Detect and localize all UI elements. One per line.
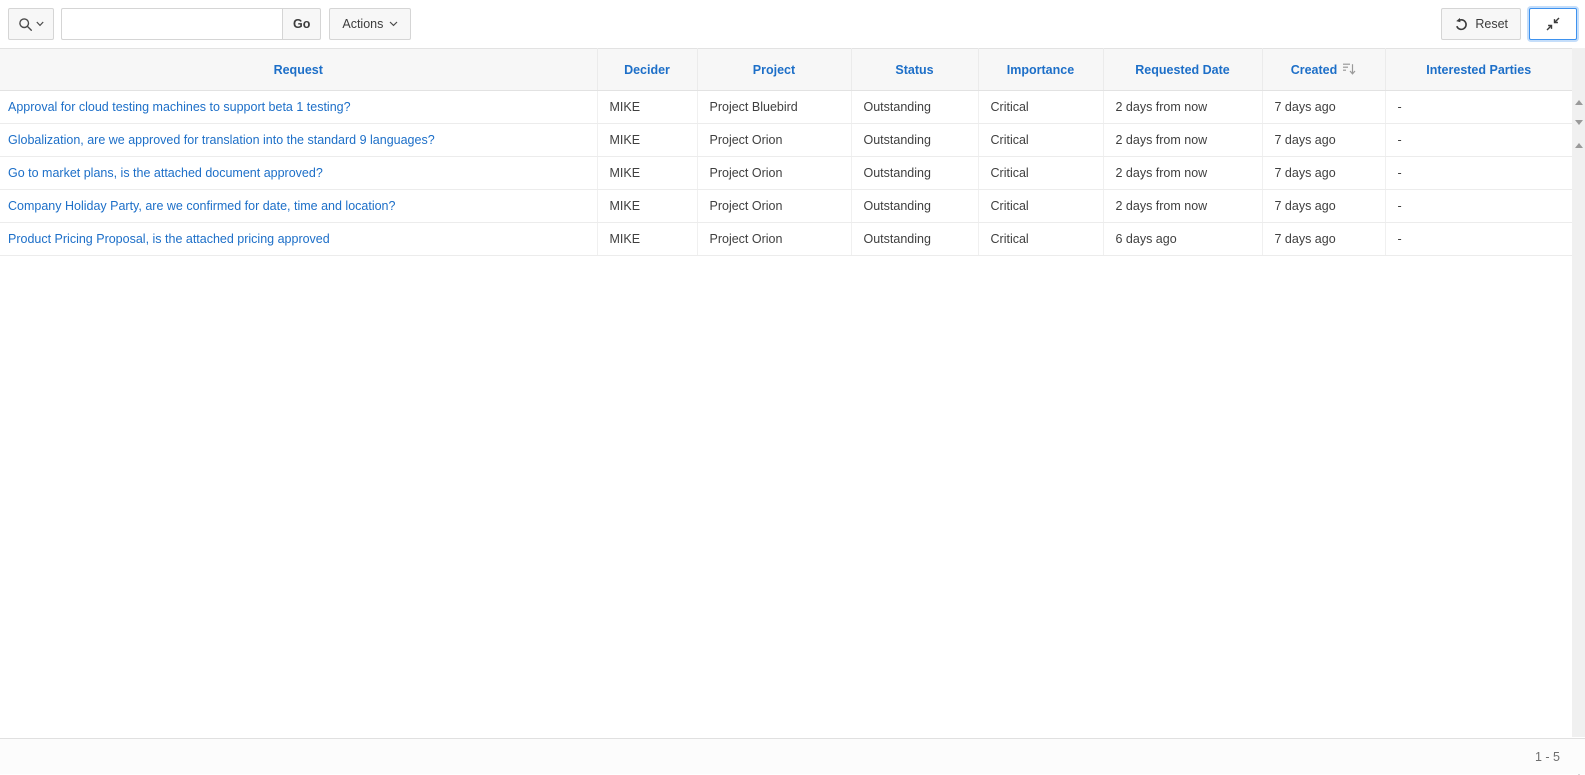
cell-importance: Critical <box>978 190 1103 223</box>
cell-created: 7 days ago <box>1262 223 1385 256</box>
cell-created: 7 days ago <box>1262 91 1385 124</box>
cell-decider: MIKE <box>597 223 697 256</box>
cell-importance: Critical <box>978 124 1103 157</box>
cell-importance: Critical <box>978 157 1103 190</box>
cell-request: Approval for cloud testing machines to s… <box>0 91 597 124</box>
actions-button-label: Actions <box>342 17 383 31</box>
table-row: Globalization, are we approved for trans… <box>0 124 1572 157</box>
collapse-arrows-icon <box>1545 16 1561 32</box>
cell-decider: MIKE <box>597 190 697 223</box>
cell-requested_date: 2 days from now <box>1103 157 1262 190</box>
cell-decider: MIKE <box>597 157 697 190</box>
cell-project: Project Orion <box>697 190 851 223</box>
cell-created: 7 days ago <box>1262 190 1385 223</box>
cell-requested_date: 2 days from now <box>1103 91 1262 124</box>
cell-decider: MIKE <box>597 124 697 157</box>
scroll-up-icon[interactable] <box>1575 143 1583 148</box>
sort-descending-icon <box>1342 62 1356 76</box>
search-icon <box>18 17 33 32</box>
interactive-report: Request Decider Project Status Importance Req… <box>0 48 1572 256</box>
cell-request: Globalization, are we approved for trans… <box>0 124 597 157</box>
request-link[interactable]: Globalization, are we approved for trans… <box>8 133 435 147</box>
table-row: Company Holiday Party, are we confirmed … <box>0 190 1572 223</box>
column-header-label: Project <box>753 63 795 77</box>
actions-button[interactable]: Actions <box>329 8 411 40</box>
reset-button-label: Reset <box>1475 17 1508 31</box>
cell-request: Company Holiday Party, are we confirmed … <box>0 190 597 223</box>
cell-interested_parties: - <box>1385 124 1572 157</box>
cell-project: Project Orion <box>697 157 851 190</box>
column-header-interested_parties[interactable]: Interested Parties <box>1385 49 1572 91</box>
search-group: Go <box>61 8 321 40</box>
column-header-label: Interested Parties <box>1426 63 1531 77</box>
chevron-down-icon <box>389 21 398 27</box>
column-header-importance[interactable]: Importance <box>978 49 1103 91</box>
cell-status: Outstanding <box>851 91 978 124</box>
cell-requested_date: 6 days ago <box>1103 223 1262 256</box>
cell-status: Outstanding <box>851 157 978 190</box>
chevron-down-icon <box>36 21 44 27</box>
column-header-created[interactable]: Created <box>1262 49 1385 91</box>
request-link[interactable]: Product Pricing Proposal, is the attache… <box>8 232 330 246</box>
pagination-label: 1 - 5 <box>1535 750 1560 764</box>
cell-request: Go to market plans, is the attached docu… <box>0 157 597 190</box>
column-header-decider[interactable]: Decider <box>597 49 697 91</box>
cell-requested_date: 2 days from now <box>1103 190 1262 223</box>
cell-decider: MIKE <box>597 91 697 124</box>
cell-interested_parties: - <box>1385 157 1572 190</box>
cell-interested_parties: - <box>1385 223 1572 256</box>
column-header-label: Request <box>274 63 323 77</box>
search-input[interactable] <box>61 8 282 40</box>
cell-project: Project Orion <box>697 223 851 256</box>
report-table: Request Decider Project Status Importance Req… <box>0 48 1572 256</box>
vertical-scrollbar[interactable] <box>1572 48 1585 737</box>
toolbar-right: Reset <box>1441 8 1577 40</box>
cell-status: Outstanding <box>851 223 978 256</box>
column-header-label: Status <box>895 63 933 77</box>
request-link[interactable]: Approval for cloud testing machines to s… <box>8 100 351 114</box>
table-row: Product Pricing Proposal, is the attache… <box>0 223 1572 256</box>
restore-region-button[interactable] <box>1529 8 1577 40</box>
column-header-status[interactable]: Status <box>851 49 978 91</box>
reset-icon <box>1454 17 1469 32</box>
scroll-up-icon[interactable] <box>1575 100 1583 105</box>
cell-project: Project Orion <box>697 124 851 157</box>
column-header-label: Created <box>1291 63 1338 77</box>
column-header-label: Importance <box>1007 63 1074 77</box>
cell-created: 7 days ago <box>1262 124 1385 157</box>
cell-importance: Critical <box>978 91 1103 124</box>
header-row: Request Decider Project Status Importance Req… <box>0 49 1572 91</box>
cell-status: Outstanding <box>851 190 978 223</box>
reset-button[interactable]: Reset <box>1441 8 1521 40</box>
cell-request: Product Pricing Proposal, is the attache… <box>0 223 597 256</box>
table-row: Go to market plans, is the attached docu… <box>0 157 1572 190</box>
request-link[interactable]: Go to market plans, is the attached docu… <box>8 166 323 180</box>
request-link[interactable]: Company Holiday Party, are we confirmed … <box>8 199 395 213</box>
search-options-button[interactable] <box>8 8 54 40</box>
cell-interested_parties: - <box>1385 190 1572 223</box>
go-button[interactable]: Go <box>282 8 321 40</box>
cell-status: Outstanding <box>851 124 978 157</box>
column-header-label: Requested Date <box>1135 63 1229 77</box>
report-footer: 1 - 5 <box>0 738 1585 774</box>
cell-requested_date: 2 days from now <box>1103 124 1262 157</box>
column-header-project[interactable]: Project <box>697 49 851 91</box>
column-header-label: Decider <box>624 63 670 77</box>
table-row: Approval for cloud testing machines to s… <box>0 91 1572 124</box>
column-header-request[interactable]: Request <box>0 49 597 91</box>
report-toolbar: Go Actions Reset <box>0 0 1585 48</box>
cell-created: 7 days ago <box>1262 157 1385 190</box>
cell-project: Project Bluebird <box>697 91 851 124</box>
cell-importance: Critical <box>978 223 1103 256</box>
cell-interested_parties: - <box>1385 91 1572 124</box>
scroll-down-icon[interactable] <box>1575 120 1583 125</box>
column-header-requested_date[interactable]: Requested Date <box>1103 49 1262 91</box>
